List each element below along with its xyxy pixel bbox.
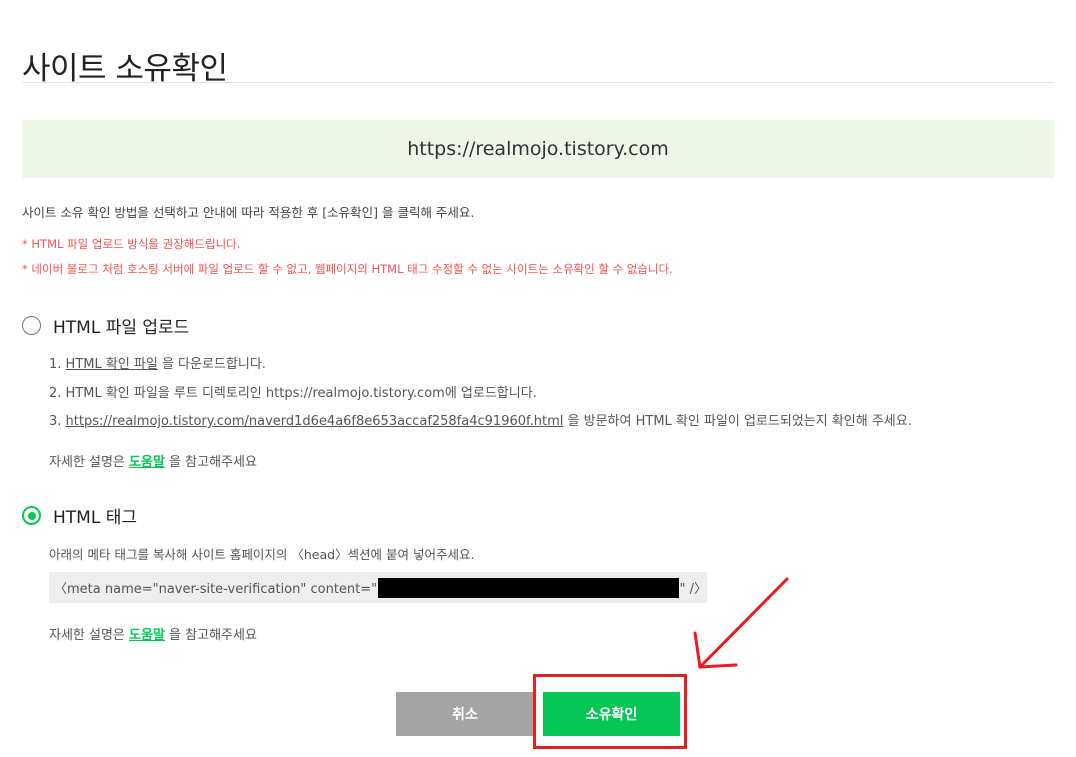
cancel-button[interactable]: 취소 — [396, 692, 534, 736]
option-html-file-label: HTML 파일 업로드 — [53, 318, 190, 338]
site-url-box: https://realmojo.tistory.com — [22, 120, 1054, 178]
meta-tag-code[interactable]: 〈meta name="naver-site-verification" con… — [49, 572, 707, 603]
radio-checked-icon[interactable] — [22, 506, 41, 525]
download-html-file-link[interactable]: HTML 확인 파일 — [66, 357, 158, 372]
step-2: 2. HTML 확인 파일을 루트 디렉토리인 https://realmojo… — [49, 386, 537, 401]
meta-tag-description: 아래의 메타 태그를 복사해 사이트 홈페이지의 〈head〉섹션에 붙여 넣어… — [49, 547, 475, 562]
red-arrow-icon — [693, 577, 789, 669]
title-divider — [22, 82, 1054, 83]
step-1: 1. HTML 확인 파일 을 다운로드합니다. — [49, 357, 266, 372]
redacted-content — [378, 577, 679, 598]
annotation-highlight-box — [533, 674, 687, 749]
help-link[interactable]: 도움말 — [129, 628, 165, 643]
instruction-text: 사이트 소유 확인 방법을 선택하고 안내에 따라 적용한 후 [소유확인] 을… — [22, 205, 475, 220]
option-html-tag-label: HTML 태그 — [53, 508, 137, 528]
warning-text-1: * HTML 파일 업로드 방식을 권장해드립니다. — [22, 237, 241, 251]
site-url: https://realmojo.tistory.com — [407, 138, 669, 160]
step-3: 3. https://realmojo.tistory.com/naverd1d… — [49, 414, 912, 429]
verification-url-link[interactable]: https://realmojo.tistory.com/naverd1d6e4… — [66, 414, 564, 429]
radio-empty-icon[interactable] — [22, 316, 41, 335]
option-html-tag[interactable]: HTML 태그 — [22, 503, 137, 528]
help-link[interactable]: 도움말 — [129, 455, 165, 470]
option-html-file-upload[interactable]: HTML 파일 업로드 — [22, 313, 189, 338]
warning-text-2: * 네이버 블로그 처럼 호스팅 서버에 파일 업로드 할 수 없고, 웹페이지… — [22, 262, 673, 276]
help-text-file: 자세한 설명은 도움말 을 참고해주세요 — [49, 455, 257, 470]
help-text-tag: 자세한 설명은 도움말 을 참고해주세요 — [49, 628, 257, 643]
